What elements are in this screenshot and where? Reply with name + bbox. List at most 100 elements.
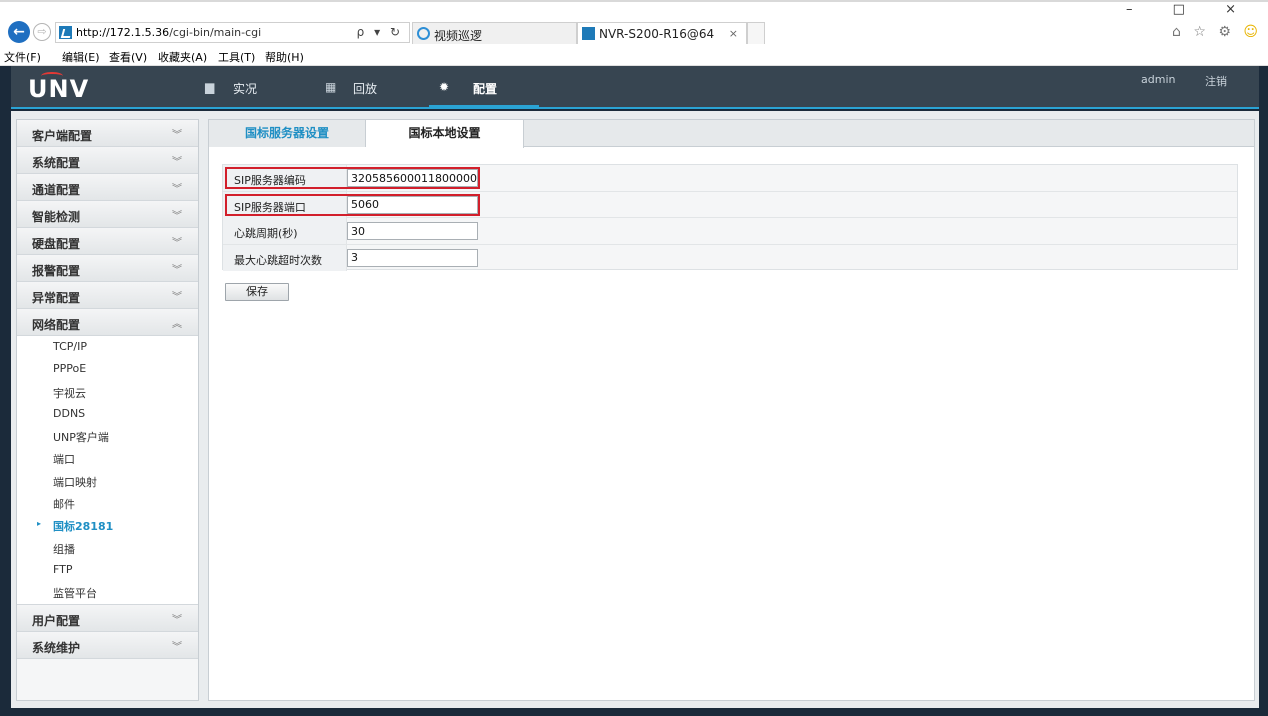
desktop-edge-bottom: [0, 708, 1268, 716]
field-label: 心跳周期(秒): [234, 227, 298, 240]
current-user: admin: [1141, 73, 1176, 86]
group-label: 异常配置: [32, 291, 81, 305]
browser-chrome: ← ⇨ http://172.1.5.36/cgi-bin/main-cgi ρ…: [0, 0, 1268, 46]
sidebar-item-label: 监管平台: [53, 587, 97, 601]
back-arrow-icon: ←: [13, 24, 25, 40]
sidebar-item-ftp[interactable]: FTP: [17, 558, 198, 582]
sidebar-item-cloud[interactable]: 宇视云: [17, 380, 198, 403]
nav-live[interactable]: ▆ 实况: [205, 66, 295, 107]
save-button[interactable]: 保存: [225, 283, 289, 301]
sidebar-item-supervision[interactable]: 监管平台: [17, 581, 198, 604]
forward-arrow-icon: ⇨: [37, 25, 47, 38]
group-label: 系统配置: [32, 156, 81, 170]
max-heartbeat-timeout-input[interactable]: [347, 248, 478, 267]
config-content: 国标服务器设置 国标本地设置 SIP服务器编码 SIP服务器端口 心跳周期(秒)…: [208, 119, 1255, 701]
address-tools[interactable]: ρ ▾ ↻: [357, 25, 403, 39]
sidebar-item-email[interactable]: 邮件: [17, 492, 198, 515]
menu-help[interactable]: 帮助(H): [265, 49, 304, 65]
chevron-down-icon: ︾: [172, 641, 182, 653]
browser-toolbar-icons[interactable]: ⌂ ☆ ⚙ ☺: [1172, 24, 1262, 40]
config-sidebar: 客户端配置 ︾ 系统配置 ︾ 通道配置 ︾ 智能检测 ︾ 硬盘配置 ︾ 报警配置 ︾ 异常配…: [16, 119, 199, 701]
ie-icon: [417, 27, 430, 40]
desktop-edge-right: [1259, 66, 1268, 716]
unv-icon: [582, 27, 595, 40]
heartbeat-period-input[interactable]: [347, 222, 478, 240]
sidebar-item-label: 端口映射: [53, 475, 97, 489]
sidebar-item-unp-client[interactable]: UNP客户端: [17, 425, 198, 448]
sidebar-item-label: 组播: [53, 542, 75, 556]
chevron-down-icon: ︾: [172, 238, 182, 249]
url-path: /cgi-bin/main-cgi: [169, 26, 262, 39]
sidebar-item-label: 端口: [53, 453, 75, 467]
menu-edit[interactable]: 编辑(E): [62, 49, 100, 65]
sidebar-item-ddns[interactable]: DDNS: [17, 402, 198, 426]
tab-label: NVR-S200-R16@64: [599, 27, 715, 41]
sidebar-item-label: 国标28181: [53, 520, 114, 534]
group-label: 系统维护: [32, 640, 81, 655]
nav-config[interactable]: ✹ 配置: [429, 66, 539, 107]
browser-menu-bar: 文件(F) 编辑(E) 查看(V) 收藏夹(A) 工具(T) 帮助(H): [0, 46, 1268, 66]
feedback-smiley-icon[interactable]: ☺: [1243, 24, 1262, 40]
active-arrow-icon: ▸: [37, 519, 42, 529]
browser-tab-patrol[interactable]: 视频巡逻: [412, 22, 577, 44]
sidebar-group-maintenance[interactable]: 系统维护 ︾: [17, 631, 198, 659]
site-favicon-icon: [59, 26, 72, 39]
monitor-icon: ▆: [205, 80, 215, 94]
sidebar-group-system[interactable]: 系统配置 ︾: [17, 147, 198, 174]
sidebar-group-smart-detect[interactable]: 智能检测 ︾: [17, 201, 198, 228]
sidebar-item-label: UNP客户端: [53, 431, 109, 445]
sidebar-group-user[interactable]: 用户配置 ︾: [17, 604, 198, 632]
group-label: 网络配置: [32, 318, 81, 332]
sidebar-item-multicast[interactable]: 组播: [17, 536, 198, 559]
content-tabs: 国标服务器设置 国标本地设置: [209, 120, 1254, 148]
home-star-gear-icons[interactable]: ⌂ ☆ ⚙: [1172, 24, 1235, 40]
tab-close-icon[interactable]: ×: [729, 27, 738, 40]
tab-gb-server-settings[interactable]: 国标服务器设置: [209, 120, 366, 147]
sidebar-group-client[interactable]: 客户端配置 ︾: [17, 120, 198, 147]
address-url[interactable]: http://172.1.5.36/cgi-bin/main-cgi: [76, 26, 261, 39]
menu-view[interactable]: 查看(V): [109, 49, 147, 65]
nav-live-label: 实况: [233, 82, 258, 96]
chevron-down-icon: ︾: [172, 157, 182, 168]
sidebar-group-network[interactable]: 网络配置 ︽: [17, 309, 198, 336]
menu-tools[interactable]: 工具(T): [218, 49, 255, 65]
group-label: 通道配置: [32, 183, 81, 197]
app-body: 客户端配置 ︾ 系统配置 ︾ 通道配置 ︾ 智能检测 ︾ 硬盘配置 ︾ 报警配置 ︾ 异常配…: [11, 111, 1259, 708]
sidebar-group-alarm[interactable]: 报警配置 ︾: [17, 255, 198, 282]
title-strip: [0, 0, 1268, 2]
new-tab-button[interactable]: [747, 22, 765, 44]
sidebar-group-channel[interactable]: 通道配置 ︾: [17, 174, 198, 201]
tab-gb-local-settings[interactable]: 国标本地设置: [366, 120, 524, 148]
group-label: 硬盘配置: [32, 237, 81, 251]
browser-tab-nvr[interactable]: NVR-S200-R16@64 ×: [577, 22, 747, 44]
sidebar-item-gb28181[interactable]: ▸ 国标28181: [17, 514, 198, 537]
menu-file[interactable]: 文件(F): [4, 49, 41, 65]
sidebar-group-disk[interactable]: 硬盘配置 ︾: [17, 228, 198, 255]
tab-label: 视频巡逻: [434, 29, 483, 43]
address-bar[interactable]: http://172.1.5.36/cgi-bin/main-cgi ρ ▾ ↻: [55, 22, 410, 43]
sidebar-item-label: TCP/IP: [53, 340, 87, 353]
chevron-down-icon: ︾: [172, 265, 182, 276]
field-label: 最大心跳超时次数: [234, 253, 322, 267]
sidebar-item-tcpip[interactable]: TCP/IP: [17, 336, 198, 359]
network-submenu: TCP/IP PPPoE 宇视云 DDNS UNP客户端 端口 端口映射 邮件 …: [17, 336, 198, 605]
form-row-heartbeat: 心跳周期(秒): [223, 218, 1237, 245]
group-label: 客户端配置: [32, 129, 93, 143]
window-controls[interactable]: – □ ×: [1126, 2, 1254, 17]
sidebar-item-label: 邮件: [53, 498, 75, 512]
back-button[interactable]: ←: [8, 21, 30, 43]
logout-link[interactable]: 注销: [1205, 73, 1227, 89]
forward-button[interactable]: ⇨: [33, 23, 51, 41]
url-host: http://172.1.5.36: [76, 26, 170, 39]
label-cell: 最大心跳超时次数: [223, 244, 347, 271]
sidebar-group-exception[interactable]: 异常配置 ︾: [17, 282, 198, 309]
chevron-up-icon: ︽: [172, 319, 182, 330]
highlight-annotation-code: [225, 167, 480, 189]
group-label: 用户配置: [32, 613, 81, 628]
menu-favorites[interactable]: 收藏夹(A): [158, 49, 207, 65]
desktop-edge-left: [0, 66, 11, 716]
nav-playback[interactable]: ▦ 回放: [325, 66, 415, 107]
sidebar-item-pppoe[interactable]: PPPoE: [17, 358, 198, 381]
sidebar-item-port-mapping[interactable]: 端口映射: [17, 469, 198, 493]
sidebar-item-port[interactable]: 端口: [17, 447, 198, 470]
